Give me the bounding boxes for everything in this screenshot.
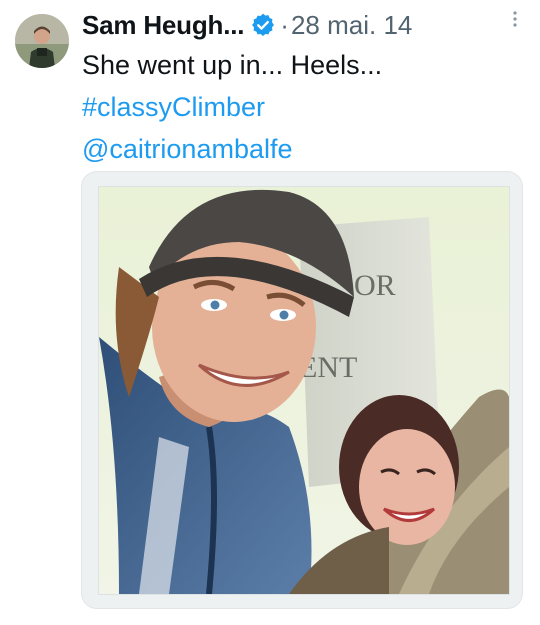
more-options-button[interactable]: [504, 8, 526, 30]
tweet-media[interactable]: OR ENT: [81, 171, 523, 609]
selfie-photo-image: OR ENT: [99, 187, 509, 594]
author-name[interactable]: Sam Heugh...: [82, 10, 244, 41]
hashtag-link[interactable]: #classyClimber: [82, 86, 528, 128]
header-separator: ·: [280, 9, 289, 40]
svg-text:OR: OR: [354, 269, 396, 302]
tweet-text: She went up in... Heels...: [82, 50, 383, 80]
tweet-body: She went up in... Heels... #classyClimbe…: [82, 44, 528, 170]
verified-badge-icon: [250, 12, 276, 38]
mention-link[interactable]: @caitrionambalfe: [82, 128, 528, 170]
tweet-photo[interactable]: OR ENT: [99, 187, 509, 594]
author-avatar[interactable]: [15, 14, 69, 68]
tweet-date[interactable]: 28 mai. 14: [291, 10, 412, 41]
tweet-card[interactable]: Sam Heugh... · 28 mai. 14 She went up in…: [0, 0, 540, 625]
more-vertical-icon: [513, 11, 517, 27]
tweet-header: Sam Heugh... · 28 mai. 14: [82, 8, 530, 42]
